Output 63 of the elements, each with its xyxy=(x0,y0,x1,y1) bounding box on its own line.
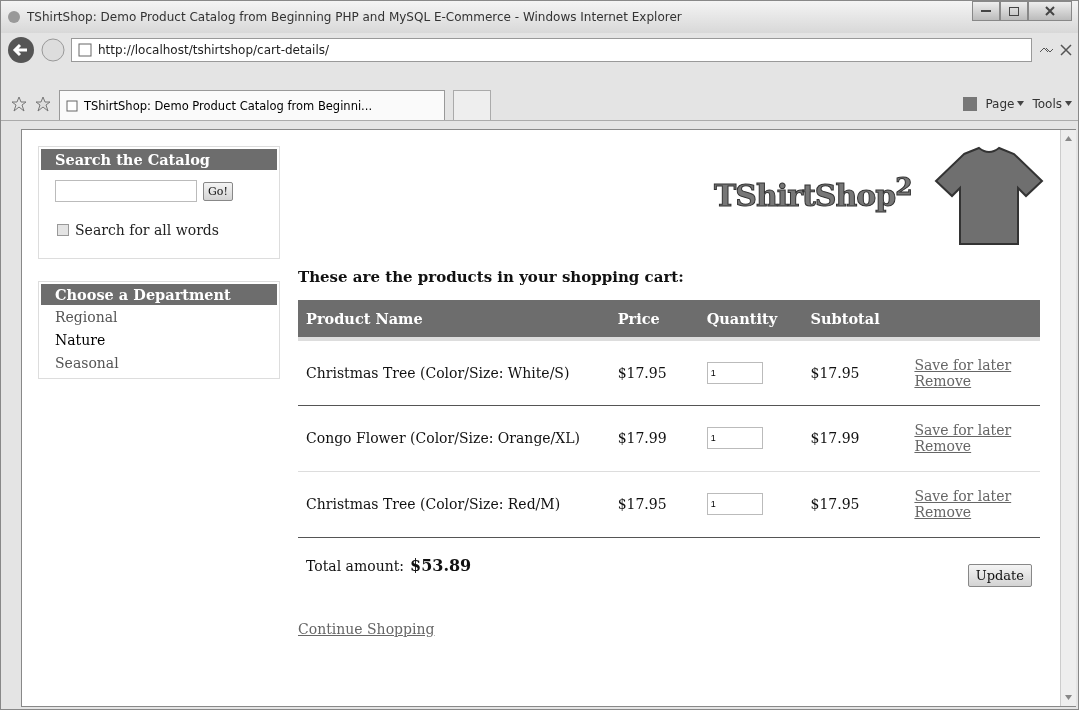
action-link[interactable]: Remove xyxy=(914,438,1032,454)
quantity-field[interactable]: 1 xyxy=(706,427,763,449)
subtotal: $17.99 xyxy=(802,405,907,471)
new-tab[interactable] xyxy=(453,90,491,120)
toolbar-menu[interactable]: Tools xyxy=(1032,96,1072,111)
column-header: Price xyxy=(609,300,699,339)
continue-shopping-link[interactable]: Continue Shopping xyxy=(298,620,435,637)
search-field[interactable] xyxy=(55,180,197,202)
scroll-up-icon[interactable] xyxy=(1065,136,1072,141)
total-amount: $53.89 xyxy=(410,555,472,575)
logo-text: TShirtShop$^{2}$ xyxy=(714,172,912,213)
column-header: Product Name xyxy=(298,300,610,339)
price: $17.95 xyxy=(609,339,699,405)
subtotal: $17.95 xyxy=(802,471,907,537)
product-name: Christmas Tree (Color/Size: Red/M) xyxy=(298,471,610,537)
checkbox[interactable] xyxy=(57,224,69,236)
checkbox-label: Search for all words xyxy=(75,222,219,238)
product-name: Congo Flower (Color/Size: Orange/XL) xyxy=(298,405,610,471)
url-text: http://localhost/tshirtshop/cart-details/ xyxy=(98,43,329,57)
price: $17.95 xyxy=(609,471,699,537)
column-header: Subtotal xyxy=(802,300,907,339)
quantity-field[interactable]: 1 xyxy=(706,361,763,384)
close-icon xyxy=(1045,6,1055,16)
browser-icon xyxy=(7,10,21,24)
update-button[interactable]: Update xyxy=(967,563,1032,587)
window-title: TShirtShop: Demo Product Catalog from Beginning PHP and MySQL E-Commerce - Windows Internet Explorer xyxy=(27,10,683,24)
quantity-field[interactable]: 1 xyxy=(706,493,763,515)
product-name: Christmas Tree (Color/Size: White/S) xyxy=(298,339,610,405)
close-icon[interactable] xyxy=(1060,44,1072,56)
forward-icon[interactable] xyxy=(41,38,65,62)
browser-tab[interactable]: TShirtShop: Demo Product Catalog from Beginni... xyxy=(59,90,445,120)
panel-title: Choose a Department xyxy=(41,284,277,305)
action-link[interactable]: Remove xyxy=(914,372,1032,389)
star-add-icon[interactable] xyxy=(35,95,51,112)
scroll-down-icon[interactable] xyxy=(1065,695,1072,700)
address-field[interactable]: http://localhost/tshirtshop/cart-details/ xyxy=(71,38,1032,62)
cart-heading: These are the products in your shopping cart: xyxy=(298,268,685,286)
department-link[interactable]: Seasonal xyxy=(41,351,277,374)
department-link[interactable]: Regional xyxy=(41,305,277,328)
action-link[interactable]: Remove xyxy=(914,504,1032,520)
column-header: Quantity xyxy=(698,300,803,339)
maximize-icon xyxy=(1009,6,1019,16)
action-link[interactable]: Save for later xyxy=(914,356,1032,373)
close-button[interactable] xyxy=(1028,1,1072,21)
star-icon[interactable] xyxy=(11,95,27,112)
minimize-button[interactable] xyxy=(972,1,1000,21)
action-link[interactable]: Save for later xyxy=(914,488,1032,504)
go-button[interactable]: Go! xyxy=(203,181,233,201)
price: $17.99 xyxy=(609,405,699,471)
toolbar-menu[interactable]: Page xyxy=(985,96,1025,111)
scrollbar[interactable] xyxy=(1060,130,1076,706)
panel-title: Search the Catalog xyxy=(41,149,277,170)
back-icon[interactable] xyxy=(7,36,35,64)
caret-icon xyxy=(1017,101,1025,106)
total-label: Total amount: xyxy=(306,557,404,574)
department-link[interactable]: Nature xyxy=(41,328,277,351)
caret-icon xyxy=(1065,101,1072,106)
page-icon xyxy=(66,99,78,112)
minimize-icon xyxy=(981,9,991,13)
action-link[interactable]: Save for later xyxy=(914,422,1032,438)
subtotal: $17.95 xyxy=(802,339,907,405)
page-icon xyxy=(78,43,92,57)
maximize-button[interactable] xyxy=(1000,1,1028,21)
